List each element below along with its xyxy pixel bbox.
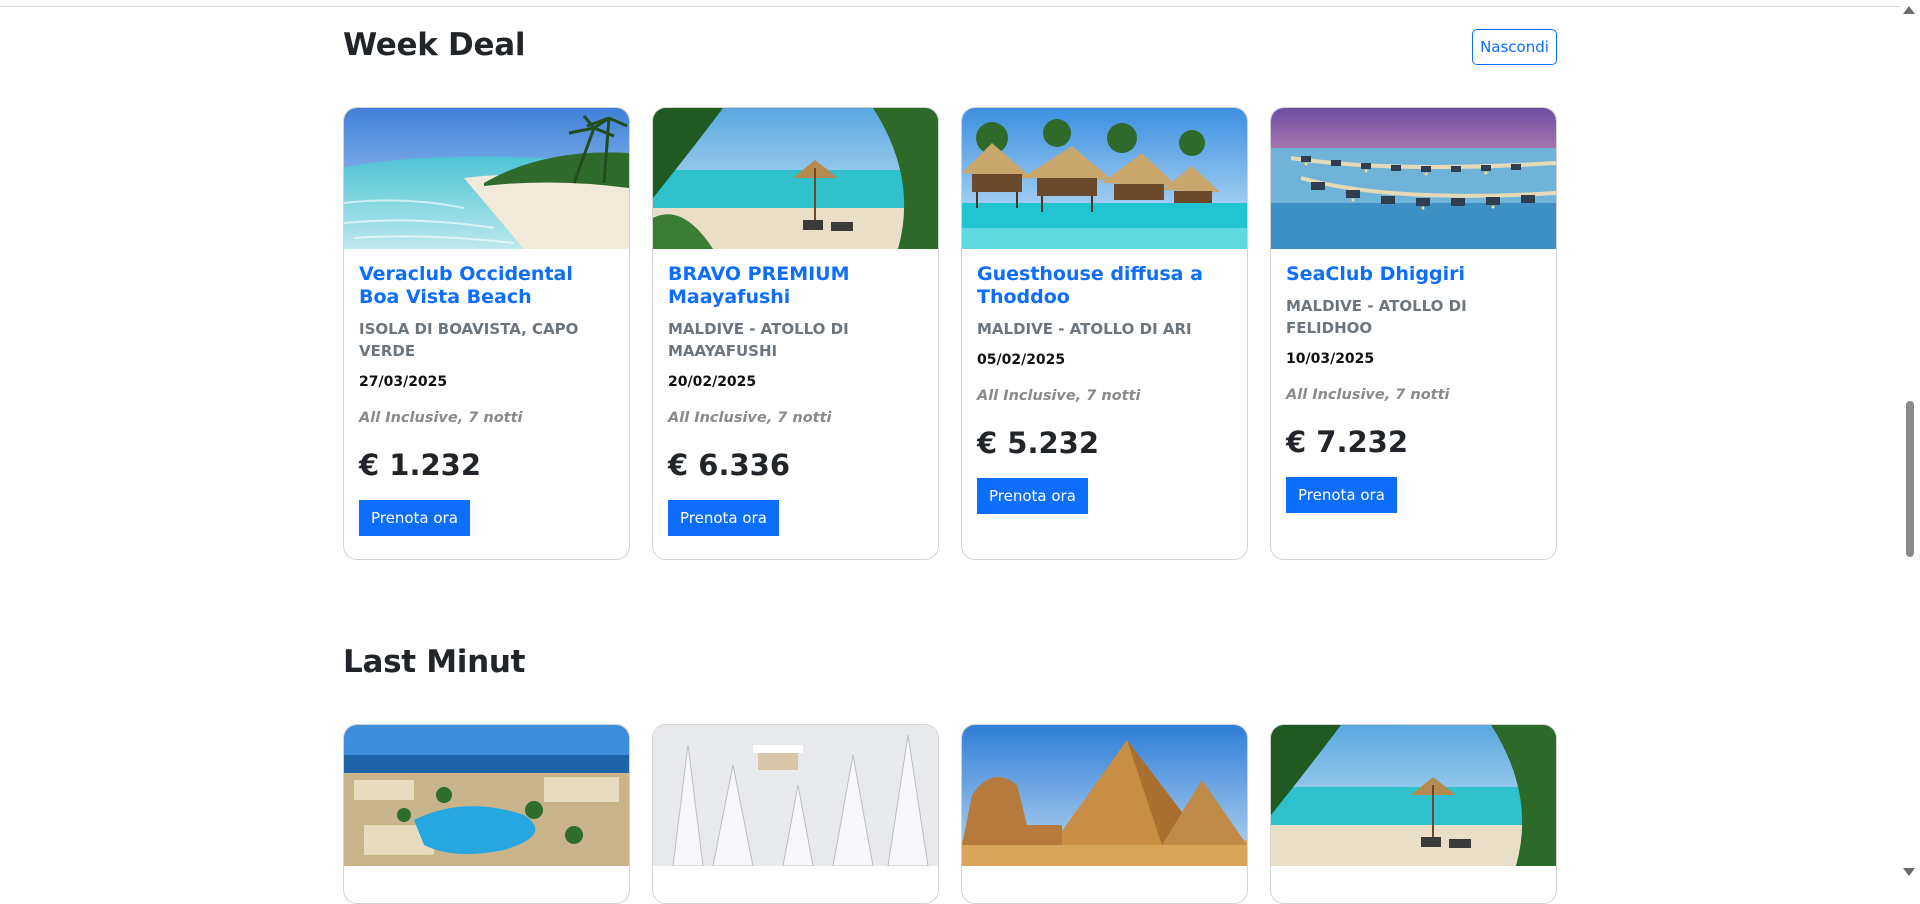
deal-card	[343, 724, 630, 904]
deal-card: Veraclub Occidental Boa Vista Beach ISOL…	[343, 107, 630, 560]
book-now-button[interactable]: Prenota ora	[668, 500, 779, 536]
card-description: All Inclusive, 7 notti	[668, 410, 832, 426]
week-deal-heading: Week Deal	[343, 27, 526, 63]
card-location: ISOLA DI BOAVISTA, CAPO VERDE	[359, 320, 579, 360]
top-divider	[0, 6, 1900, 7]
deal-card	[961, 724, 1248, 904]
card-location: MALDIVE - ATOLLO DI MAAYAFUSHI	[668, 320, 849, 360]
card-description: All Inclusive, 7 notti	[977, 388, 1141, 404]
card-price: € 5.232	[977, 426, 1100, 460]
scroll-up-arrow-icon[interactable]	[1903, 6, 1915, 14]
deal-card: BRAVO PREMIUM Maayafushi MALDIVE - ATOLL…	[652, 107, 939, 560]
overwater-villas-image	[1271, 108, 1556, 249]
card-price: € 7.232	[1286, 425, 1409, 459]
tropical-beach-image	[344, 108, 629, 249]
card-location: MALDIVE - ATOLLO DI FELIDHOO	[1286, 297, 1467, 337]
pyramids-image	[962, 725, 1247, 866]
card-title[interactable]: SeaClub Dhiggiri	[1286, 263, 1544, 286]
resort-pool-image	[344, 725, 629, 866]
card-description: All Inclusive, 7 notti	[1286, 387, 1450, 403]
snowy-forest-image	[653, 725, 938, 866]
scroll-down-arrow-icon[interactable]	[1903, 868, 1915, 876]
beach-umbrella-image	[1271, 725, 1556, 866]
card-date: 27/03/2025	[359, 374, 448, 390]
card-date: 10/03/2025	[1286, 351, 1375, 367]
card-date: 05/02/2025	[977, 352, 1066, 368]
book-now-button[interactable]: Prenota ora	[977, 478, 1088, 514]
card-location: MALDIVE - ATOLLO DI ARI	[977, 320, 1192, 338]
card-title[interactable]: Guesthouse diffusa a Thoddoo	[977, 263, 1235, 309]
card-price: € 1.232	[359, 448, 482, 482]
beach-umbrella-image	[653, 108, 938, 249]
last-minute-heading: Last Minut	[343, 644, 526, 680]
card-title[interactable]: BRAVO PREMIUM Maayafushi	[668, 263, 926, 309]
scrollbar-thumb[interactable]	[1906, 401, 1914, 557]
deal-card	[652, 724, 939, 904]
hide-button[interactable]: Nascondi	[1472, 29, 1557, 65]
deal-card: SeaClub Dhiggiri MALDIVE - ATOLLO DI FEL…	[1270, 107, 1557, 560]
card-price: € 6.336	[668, 448, 791, 482]
deal-card	[1270, 724, 1557, 904]
water-bungalows-image	[962, 108, 1247, 249]
deal-card: Guesthouse diffusa a Thoddoo MALDIVE - A…	[961, 107, 1248, 560]
card-title[interactable]: Veraclub Occidental Boa Vista Beach	[359, 263, 617, 309]
card-description: All Inclusive, 7 notti	[359, 410, 523, 426]
card-date: 20/02/2025	[668, 374, 757, 390]
book-now-button[interactable]: Prenota ora	[1286, 477, 1397, 513]
book-now-button[interactable]: Prenota ora	[359, 500, 470, 536]
